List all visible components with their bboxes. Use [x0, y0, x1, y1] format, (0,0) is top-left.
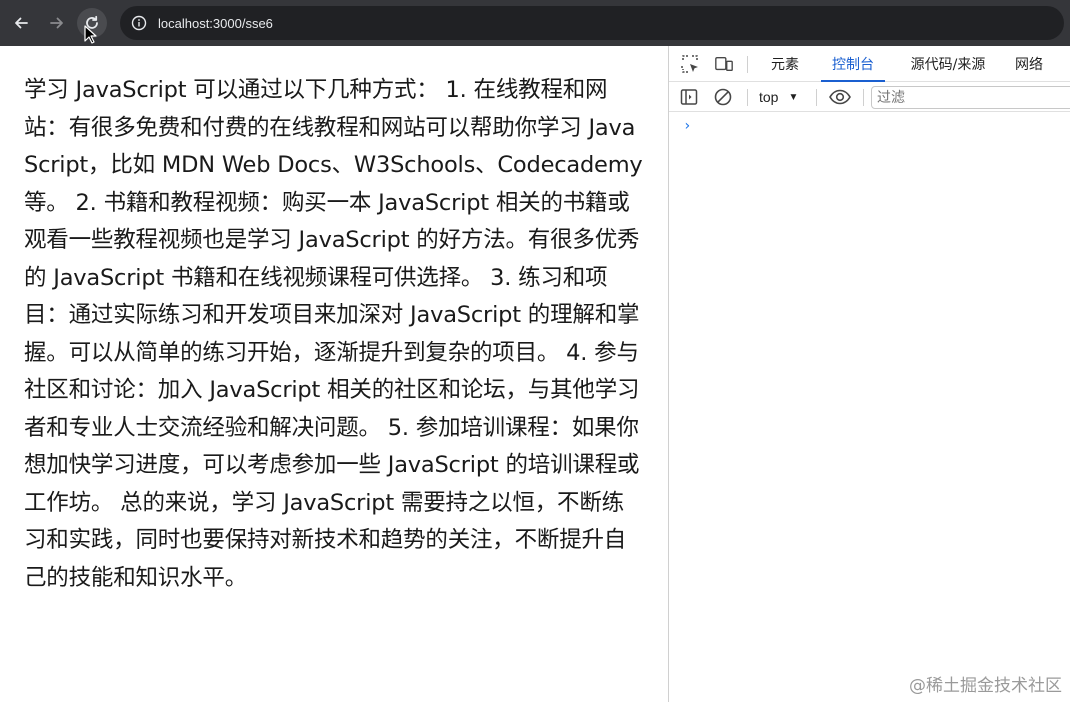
- toolbar-divider: [816, 89, 817, 106]
- back-button[interactable]: [6, 8, 36, 38]
- arrow-right-icon: [50, 17, 63, 29]
- toolbar-divider: [747, 56, 748, 73]
- address-bar[interactable]: localhost:3000/sse6: [120, 6, 1064, 40]
- toolbar-divider: [863, 89, 864, 106]
- tab-network[interactable]: 网络: [1009, 46, 1049, 82]
- toolbar-divider: [747, 89, 748, 106]
- clear-console-icon[interactable]: [713, 87, 733, 107]
- sidebar-toggle-icon[interactable]: [679, 87, 699, 107]
- arrow-left-icon: [15, 17, 28, 29]
- context-selector[interactable]: top ▼: [759, 87, 798, 107]
- info-icon[interactable]: [130, 14, 148, 32]
- tab-elements[interactable]: 元素: [759, 46, 811, 82]
- mouse-cursor-icon: [84, 25, 97, 44]
- browser-toolbar: localhost:3000/sse6: [0, 0, 1070, 46]
- tab-sources[interactable]: 源代码/来源: [899, 46, 997, 82]
- page-viewport: 学习 JavaScript 可以通过以下几种方式： 1. 在线教程和网站：有很多…: [0, 46, 668, 702]
- caret-down-icon: ▼: [788, 91, 799, 103]
- forward-button[interactable]: [42, 8, 72, 38]
- tab-console[interactable]: 控制台: [821, 46, 885, 82]
- inspect-element-icon[interactable]: [680, 54, 700, 74]
- devtools-tabbar: 元素 控制台 源代码/来源 网络: [669, 46, 1070, 82]
- live-expression-eye-icon[interactable]: [827, 87, 853, 107]
- context-label: top: [759, 89, 779, 105]
- devtools-panel: 元素 控制台 源代码/来源 网络 top ▼ 过滤 ›: [668, 46, 1070, 702]
- device-toolbar-icon[interactable]: [714, 54, 734, 74]
- article-text: 学习 JavaScript 可以通过以下几种方式： 1. 在线教程和网站：有很多…: [24, 77, 643, 591]
- url-text[interactable]: localhost:3000/sse6: [158, 16, 273, 31]
- console-filter-input[interactable]: [871, 86, 1070, 109]
- console-toolbar: top ▼: [669, 82, 1070, 112]
- console-prompt[interactable]: ›: [683, 118, 691, 134]
- watermark: @稀土掘金技术社区: [909, 676, 1062, 696]
